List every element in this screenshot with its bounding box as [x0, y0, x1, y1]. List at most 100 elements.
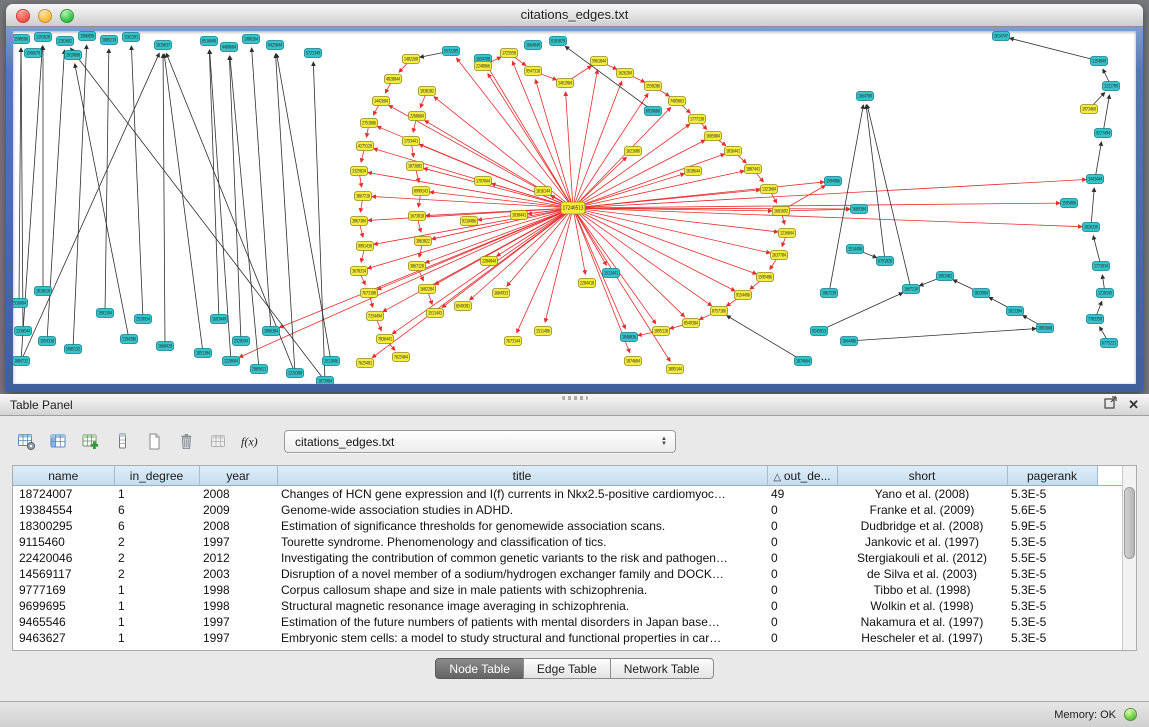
table-row[interactable]: 946362711997Embryonic stem cells: a mode…: [13, 630, 1123, 646]
graph-node[interactable]: 1797044: [475, 177, 492, 186]
cell-in_degree[interactable]: 6: [114, 502, 199, 518]
graph-node[interactable]: 2005611: [251, 365, 268, 374]
cell-title[interactable]: Changes of HCN gene expression and I(f) …: [277, 486, 767, 503]
graph-node[interactable]: 1595806: [1061, 199, 1078, 208]
window-titlebar[interactable]: citations_edges.txt: [6, 4, 1143, 27]
graph-node[interactable]: 1873904: [317, 377, 334, 385]
cell-title[interactable]: Disruption of a novel member of a sodium…: [277, 566, 767, 582]
graph-node[interactable]: 1019637: [155, 41, 172, 50]
graph-node[interactable]: 1511406: [535, 327, 552, 336]
graph-node[interactable]: 1667210: [903, 285, 920, 294]
graph-node[interactable]: 1594906: [825, 177, 842, 186]
column-header-short[interactable]: short: [837, 466, 1007, 486]
graph-node[interactable]: 1023304: [1007, 307, 1024, 316]
graph-node[interactable]: 1026339: [1083, 223, 1100, 232]
graph-node[interactable]: 1443444: [1087, 175, 1104, 184]
cell-in_degree[interactable]: 1: [114, 598, 199, 614]
graph-node[interactable]: 6775221: [1101, 339, 1118, 348]
graph-node[interactable]: 1886304: [263, 327, 280, 336]
graph-node[interactable]: 2204044: [481, 257, 498, 266]
cell-out_degree[interactable]: 0: [767, 550, 837, 566]
graph-node[interactable]: 1664789: [857, 92, 874, 101]
graph-node[interactable]: 9991430: [357, 242, 374, 251]
graph-node[interactable]: 1262391: [123, 33, 140, 42]
cell-year[interactable]: 1998: [199, 582, 277, 598]
graph-node[interactable]: 1830102: [419, 87, 436, 96]
column-header-in_degree[interactable]: in_degree: [114, 466, 199, 486]
tab-network-table[interactable]: Network Table: [610, 658, 714, 679]
table-row[interactable]: 2242004622012Investigating the contribut…: [13, 550, 1123, 566]
graph-node[interactable]: 1725550: [501, 49, 518, 58]
graph-node[interactable]: 1753441: [403, 137, 420, 146]
graph-node[interactable]: 1321604: [761, 185, 778, 194]
cell-short[interactable]: Stergiakouli et al. (2012): [837, 550, 1007, 566]
graph-node[interactable]: 1511046: [323, 357, 340, 366]
table-mode-button[interactable]: [14, 429, 39, 454]
cell-pagerank[interactable]: 5.3E-5: [1007, 614, 1097, 630]
graph-node[interactable]: 2516604: [13, 299, 28, 308]
cell-title[interactable]: Tourette syndrome. Phenomenology and cla…: [277, 534, 767, 550]
cell-out_degree[interactable]: 0: [767, 518, 837, 534]
cell-name[interactable]: 22420046: [13, 550, 114, 566]
graph-node[interactable]: 9245013: [811, 327, 828, 336]
cell-year[interactable]: 1998: [199, 598, 277, 614]
graph-node[interactable]: 3067210: [355, 192, 372, 201]
graph-node[interactable]: 7625464: [393, 353, 410, 362]
cell-in_degree[interactable]: 2: [114, 550, 199, 566]
graph-node[interactable]: 7036441: [377, 335, 394, 344]
graph-node[interactable]: 1603449: [211, 315, 228, 324]
graph-node[interactable]: 1664049: [525, 41, 542, 50]
graph-node[interactable]: 1221789: [1103, 82, 1120, 91]
graph-node[interactable]: 1616144: [535, 187, 552, 196]
graph-node[interactable]: 1461904: [557, 79, 574, 88]
graph-node[interactable]: 1991402: [937, 272, 954, 281]
graph-node[interactable]: 1881660: [1037, 324, 1054, 333]
cell-year[interactable]: 2008: [199, 518, 277, 534]
cell-in_degree[interactable]: 1: [114, 630, 199, 646]
network-graph[interactable]: 1724051325905861191020228368219060901885…: [13, 31, 1136, 384]
cell-year[interactable]: 1997: [199, 614, 277, 630]
cell-in_degree[interactable]: 1: [114, 582, 199, 598]
graph-node[interactable]: 1084732: [13, 357, 30, 366]
cell-title[interactable]: Investigating the contribution of common…: [277, 550, 767, 566]
edit-table-button[interactable]: [78, 429, 103, 454]
close-panel-icon[interactable]: ✕: [1128, 398, 1139, 411]
graph-node[interactable]: 7625481: [357, 359, 374, 368]
graph-node[interactable]: 7673144: [505, 337, 522, 346]
graph-node[interactable]: 1513441: [603, 269, 620, 278]
close-window-button[interactable]: [16, 9, 30, 23]
graph-node[interactable]: 1228604: [223, 357, 240, 366]
graph-node[interactable]: 1863022: [415, 237, 432, 246]
cell-year[interactable]: 2012: [199, 550, 277, 566]
graph-node[interactable]: 9547310: [525, 67, 542, 76]
graph-node[interactable]: 1330544: [15, 327, 32, 336]
cell-short[interactable]: Nakamura et al. (1997): [837, 614, 1007, 630]
cell-out_degree[interactable]: 0: [767, 598, 837, 614]
graph-node[interactable]: 1673810: [409, 212, 426, 221]
cell-short[interactable]: Wolkin et al. (1998): [837, 598, 1007, 614]
cell-pagerank[interactable]: 5.6E-5: [1007, 502, 1097, 518]
show-columns-button[interactable]: [46, 429, 71, 454]
column-header-name[interactable]: name: [13, 466, 114, 486]
graph-node[interactable]: 7673100: [361, 289, 378, 298]
cell-out_degree[interactable]: 0: [767, 582, 837, 598]
column-header-pagerank[interactable]: pagerank: [1007, 466, 1097, 486]
graph-node[interactable]: 1873602: [407, 162, 424, 171]
graph-node[interactable]: 6939606: [645, 107, 662, 116]
graph-node[interactable]: 1851304: [195, 349, 212, 358]
cell-short[interactable]: Franke et al. (2009): [837, 502, 1007, 518]
graph-node[interactable]: 1885219: [101, 36, 118, 45]
graph-node[interactable]: 1226308: [287, 369, 304, 378]
graph-node[interactable]: 1777130: [689, 115, 706, 124]
table-row[interactable]: 977716911998Corpus callosum shape and si…: [13, 582, 1123, 598]
graph-node[interactable]: 0999143: [413, 187, 430, 196]
graph-node[interactable]: 2520594: [233, 337, 250, 346]
graph-node[interactable]: 2019000: [65, 51, 82, 60]
graph-node[interactable]: 1637704: [771, 251, 788, 260]
cell-name[interactable]: 18300295: [13, 518, 114, 534]
graph-node[interactable]: 2814747: [993, 32, 1010, 41]
cell-short[interactable]: de Silva et al. (2003): [837, 566, 1007, 582]
cell-out_degree[interactable]: 0: [767, 566, 837, 582]
column-header-out_de[interactable]: △ out_de...: [767, 466, 837, 486]
cell-title[interactable]: Structural magnetic resonance image aver…: [277, 598, 767, 614]
